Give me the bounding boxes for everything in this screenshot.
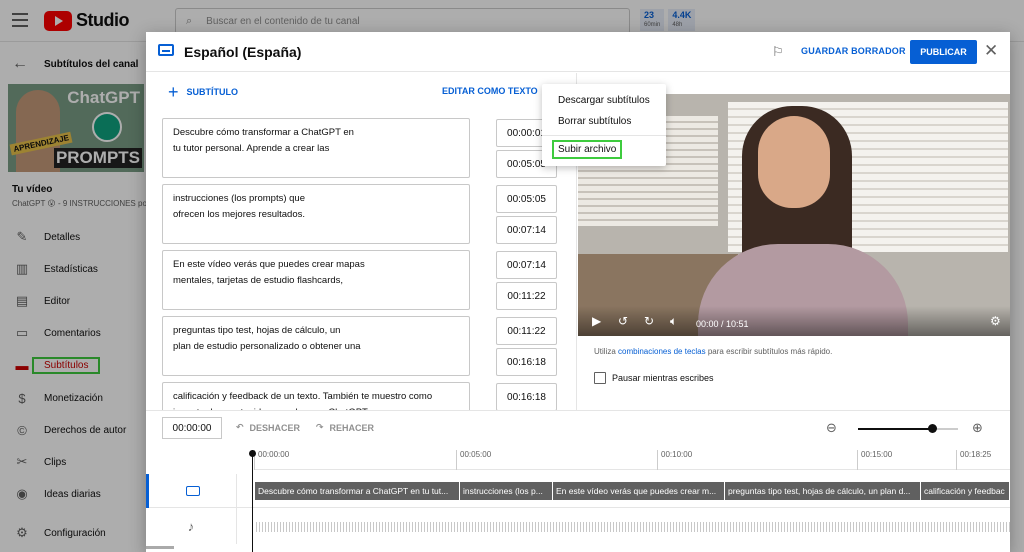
zoom-slider-knob[interactable] — [928, 424, 937, 433]
playhead[interactable] — [249, 450, 256, 552]
video-controls: ▶ ↺ ↻ 🔈︎ 00:00 / 10:51 ⚙ — [578, 306, 1010, 336]
audio-track: ♪ — [146, 508, 1010, 544]
timeline-toolbar: 00:00:00 ↶ DESHACER ↷ REHACER ⊖ ⊕ — [146, 410, 1010, 446]
feedback-icon[interactable]: ⚐ — [772, 44, 784, 60]
subtitle-segment[interactable]: En este vídeo verás que puedes crear m..… — [553, 482, 725, 500]
edit-as-text-button[interactable]: EDITAR COMO TEXTO — [442, 86, 538, 96]
video-time: 00:00 / 10:51 — [696, 319, 749, 329]
timecode-field[interactable]: 00:00:00 — [162, 417, 222, 439]
horizontal-scrollbar[interactable] — [146, 546, 174, 549]
plus-icon: + — [168, 82, 179, 102]
pause-checkbox[interactable] — [594, 372, 606, 384]
options-menu: Descargar subtítulos Borrar subtítulos S… — [542, 84, 666, 166]
cue-start-2[interactable]: 00:05:05 — [496, 185, 557, 213]
cue-text-3[interactable]: En este vídeo verás que puedes crear map… — [162, 250, 470, 310]
subtitle-track: Descubre cómo transformar a ChatGPT en t… — [146, 474, 1010, 508]
shortcut-hint: Utiliza combinaciones de teclas para esc… — [594, 347, 833, 356]
cue-text-4[interactable]: preguntas tipo test, hojas de cálculo, u… — [162, 316, 470, 376]
cue-end-2[interactable]: 00:07:14 — [496, 216, 557, 244]
menu-item-download[interactable]: Descargar subtítulos — [542, 90, 666, 111]
audio-waveform — [256, 522, 1010, 532]
timeline-ruler[interactable]: 00:00:00 00:05:00 00:10:00 00:15:00 00:1… — [254, 446, 1010, 470]
zoom-out-icon[interactable]: ⊖ — [826, 420, 837, 436]
settings-gear-icon[interactable]: ⚙ — [990, 314, 1001, 328]
cue-start-5[interactable]: 00:16:18 — [496, 383, 557, 410]
menu-item-upload[interactable]: Subir archivo — [542, 139, 666, 160]
subtitles-icon — [158, 44, 174, 56]
menu-item-delete[interactable]: Borrar subtítulos — [542, 111, 666, 132]
rewind-icon[interactable]: ↺ — [618, 314, 628, 328]
undo-icon: ↶ — [236, 422, 244, 432]
add-subtitle-button[interactable]: + SUBTÍTULO — [168, 82, 238, 102]
close-icon[interactable]: ✕ — [984, 41, 998, 61]
subtitle-lane-icon — [146, 474, 237, 508]
cue-editor-panel: + SUBTÍTULO EDITAR COMO TEXTO Descubre c… — [146, 73, 577, 410]
redo-button[interactable]: ↷ REHACER — [316, 422, 374, 433]
subtitle-segment[interactable]: Descubre cómo transformar a ChatGPT en t… — [255, 482, 460, 500]
undo-button[interactable]: ↶ DESHACER — [236, 422, 300, 433]
subtitle-segment[interactable]: calificación y feedbac — [921, 482, 1010, 500]
ruler-tick: 00:18:25 — [956, 450, 991, 470]
ruler-tick: 00:10:00 — [657, 450, 692, 470]
zoom-in-icon[interactable]: ⊕ — [972, 420, 983, 436]
shortcuts-link[interactable]: combinaciones de teclas — [618, 347, 706, 356]
studio-app: Studio ⌕ Buscar en el contenido de tu ca… — [0, 0, 1024, 552]
cue-text-5[interactable]: calificación y feedback de un texto. Tam… — [162, 382, 470, 410]
subtitle-segment[interactable]: instrucciones (los p... — [460, 482, 553, 500]
ruler-tick: 00:15:00 — [857, 450, 892, 470]
cue-text-1[interactable]: Descubre cómo transformar a ChatGPT en t… — [162, 118, 470, 178]
publish-button[interactable]: PUBLICAR — [910, 40, 977, 64]
play-icon[interactable]: ▶ — [592, 314, 601, 328]
pause-while-typing[interactable]: Pausar mientras escribes — [594, 372, 714, 384]
subtitle-editor-dialog: Español (España) ⚐ GUARDAR BORRADOR PUBL… — [146, 32, 1010, 552]
cue-end-4[interactable]: 00:16:18 — [496, 348, 557, 376]
cue-start-4[interactable]: 00:11:22 — [496, 317, 557, 345]
subtitle-segment[interactable]: preguntas tipo test, hojas de cálculo, u… — [725, 482, 921, 500]
cue-start-3[interactable]: 00:07:14 — [496, 251, 557, 279]
redo-icon: ↷ — [316, 422, 324, 432]
dialog-header: Español (España) ⚐ GUARDAR BORRADOR PUBL… — [146, 32, 1010, 72]
forward-icon[interactable]: ↻ — [644, 314, 654, 328]
music-note-icon: ♪ — [146, 508, 237, 544]
presenter-face — [758, 116, 830, 208]
ruler-tick: 00:05:00 — [456, 450, 491, 470]
cue-text-2[interactable]: instrucciones (los prompts) que ofrecen … — [162, 184, 470, 244]
volume-icon[interactable]: 🔈︎ — [670, 314, 677, 329]
dialog-title: Español (España) — [184, 44, 302, 60]
menu-divider — [542, 135, 666, 136]
cue-end-3[interactable]: 00:11:22 — [496, 282, 557, 310]
ruler-tick: 00:00:00 — [254, 450, 289, 470]
zoom-slider[interactable] — [858, 424, 958, 433]
save-draft-button[interactable]: GUARDAR BORRADOR — [801, 46, 906, 56]
